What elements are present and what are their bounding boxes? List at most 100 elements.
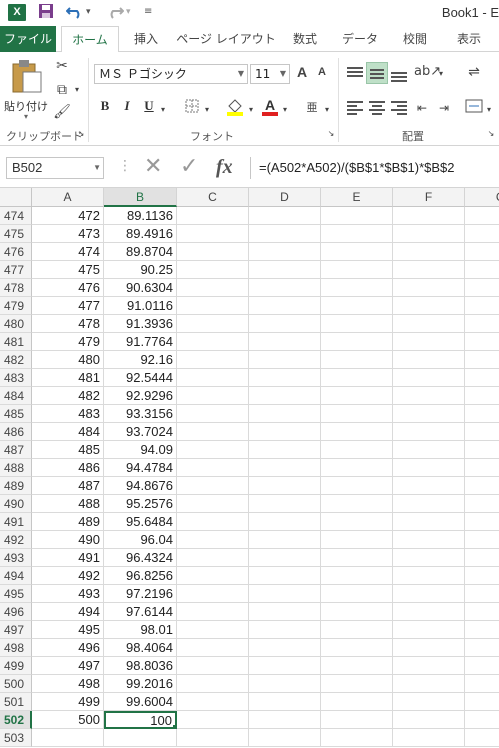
font-name-combo[interactable]: ＭＳ Ｐゴシック ▼ [94, 64, 248, 84]
cell-d496[interactable] [249, 603, 321, 621]
cell-a488[interactable]: 486 [32, 459, 104, 477]
cell-g479[interactable] [465, 297, 499, 315]
cell-g483[interactable] [465, 369, 499, 387]
copy-dropdown-icon[interactable]: ▾ [72, 80, 82, 100]
cell-d498[interactable] [249, 639, 321, 657]
cell-a486[interactable]: 484 [32, 423, 104, 441]
cell-b485[interactable]: 93.3156 [104, 405, 177, 423]
cell-g484[interactable] [465, 387, 499, 405]
cell-g478[interactable] [465, 279, 499, 297]
cell-c477[interactable] [177, 261, 249, 279]
cell-c484[interactable] [177, 387, 249, 405]
cell-d488[interactable] [249, 459, 321, 477]
row-header[interactable]: 496 [0, 603, 32, 621]
cell-c498[interactable] [177, 639, 249, 657]
cell-a498[interactable]: 496 [32, 639, 104, 657]
format-painter-icon[interactable]: 🖌 [52, 102, 72, 122]
row-header[interactable]: 478 [0, 279, 32, 297]
merge-center-icon[interactable] [464, 98, 484, 120]
cell-f485[interactable] [393, 405, 465, 423]
italic-button[interactable]: I [118, 98, 136, 118]
cell-a492[interactable]: 490 [32, 531, 104, 549]
cell-c481[interactable] [177, 333, 249, 351]
tab-file[interactable]: ファイル [0, 26, 56, 52]
cell-b497[interactable]: 98.01 [104, 621, 177, 639]
tab-insert[interactable]: 挿入 [122, 26, 170, 52]
cell-a490[interactable]: 488 [32, 495, 104, 513]
alignment-launcher-icon[interactable]: ↘ [486, 128, 496, 140]
cell-e483[interactable] [321, 369, 393, 387]
cell-f484[interactable] [393, 387, 465, 405]
cell-f476[interactable] [393, 243, 465, 261]
cell-d492[interactable] [249, 531, 321, 549]
cell-e499[interactable] [321, 657, 393, 675]
cell-e477[interactable] [321, 261, 393, 279]
cell-e484[interactable] [321, 387, 393, 405]
cell-d484[interactable] [249, 387, 321, 405]
cell-f494[interactable] [393, 567, 465, 585]
cell-a474[interactable]: 472 [32, 207, 104, 225]
cell-a481[interactable]: 479 [32, 333, 104, 351]
row-header[interactable]: 490 [0, 495, 32, 513]
cell-a489[interactable]: 487 [32, 477, 104, 495]
row-header[interactable]: 491 [0, 513, 32, 531]
cell-c486[interactable] [177, 423, 249, 441]
cell-a503[interactable] [32, 729, 104, 747]
cell-b494[interactable]: 96.8256 [104, 567, 177, 585]
cell-c489[interactable] [177, 477, 249, 495]
cell-f483[interactable] [393, 369, 465, 387]
cell-a497[interactable]: 495 [32, 621, 104, 639]
cell-a476[interactable]: 474 [32, 243, 104, 261]
cell-d502[interactable] [249, 711, 321, 729]
copy-icon[interactable]: ⧉ [52, 80, 72, 100]
bottom-align-icon[interactable] [390, 64, 408, 82]
cell-b490[interactable]: 95.2576 [104, 495, 177, 513]
cell-d501[interactable] [249, 693, 321, 711]
row-header[interactable]: 497 [0, 621, 32, 639]
row-header[interactable]: 494 [0, 567, 32, 585]
borders-icon[interactable] [182, 98, 202, 120]
cell-e488[interactable] [321, 459, 393, 477]
cell-b492[interactable]: 96.04 [104, 531, 177, 549]
cell-e485[interactable] [321, 405, 393, 423]
cell-b486[interactable]: 93.7024 [104, 423, 177, 441]
cell-b480[interactable]: 91.3936 [104, 315, 177, 333]
cell-f482[interactable] [393, 351, 465, 369]
cell-g487[interactable] [465, 441, 499, 459]
cell-b498[interactable]: 98.4064 [104, 639, 177, 657]
cell-a477[interactable]: 475 [32, 261, 104, 279]
cell-b488[interactable]: 94.4784 [104, 459, 177, 477]
middle-align-icon[interactable] [366, 62, 388, 84]
cell-c502[interactable] [177, 711, 249, 729]
cell-e482[interactable] [321, 351, 393, 369]
cell-a479[interactable]: 477 [32, 297, 104, 315]
underline-button[interactable]: U [140, 98, 158, 118]
cell-c485[interactable] [177, 405, 249, 423]
insert-function-icon[interactable]: fx [216, 156, 233, 179]
row-header[interactable]: 493 [0, 549, 32, 567]
cell-g490[interactable] [465, 495, 499, 513]
cell-g503[interactable] [465, 729, 499, 747]
cell-d493[interactable] [249, 549, 321, 567]
formula-input[interactable]: =(A502*A502)/($B$1*$B$1)*$B$2 [250, 157, 499, 179]
align-center-icon[interactable] [368, 98, 386, 116]
cell-e481[interactable] [321, 333, 393, 351]
cell-f495[interactable] [393, 585, 465, 603]
merge-dropdown-icon[interactable]: ▾ [484, 100, 494, 120]
row-header[interactable]: 479 [0, 297, 32, 315]
cell-g493[interactable] [465, 549, 499, 567]
undo-dropdown-icon[interactable]: ▾ [86, 3, 91, 21]
fill-color-icon[interactable] [224, 96, 246, 122]
row-header[interactable]: 503 [0, 729, 32, 747]
cell-b493[interactable]: 96.4324 [104, 549, 177, 567]
cell-b503[interactable] [104, 729, 177, 747]
cell-e496[interactable] [321, 603, 393, 621]
cell-c474[interactable] [177, 207, 249, 225]
cell-d487[interactable] [249, 441, 321, 459]
cell-c495[interactable] [177, 585, 249, 603]
cell-f480[interactable] [393, 315, 465, 333]
cell-a496[interactable]: 494 [32, 603, 104, 621]
cell-c488[interactable] [177, 459, 249, 477]
cell-g474[interactable] [465, 207, 499, 225]
undo-icon[interactable] [65, 3, 84, 24]
